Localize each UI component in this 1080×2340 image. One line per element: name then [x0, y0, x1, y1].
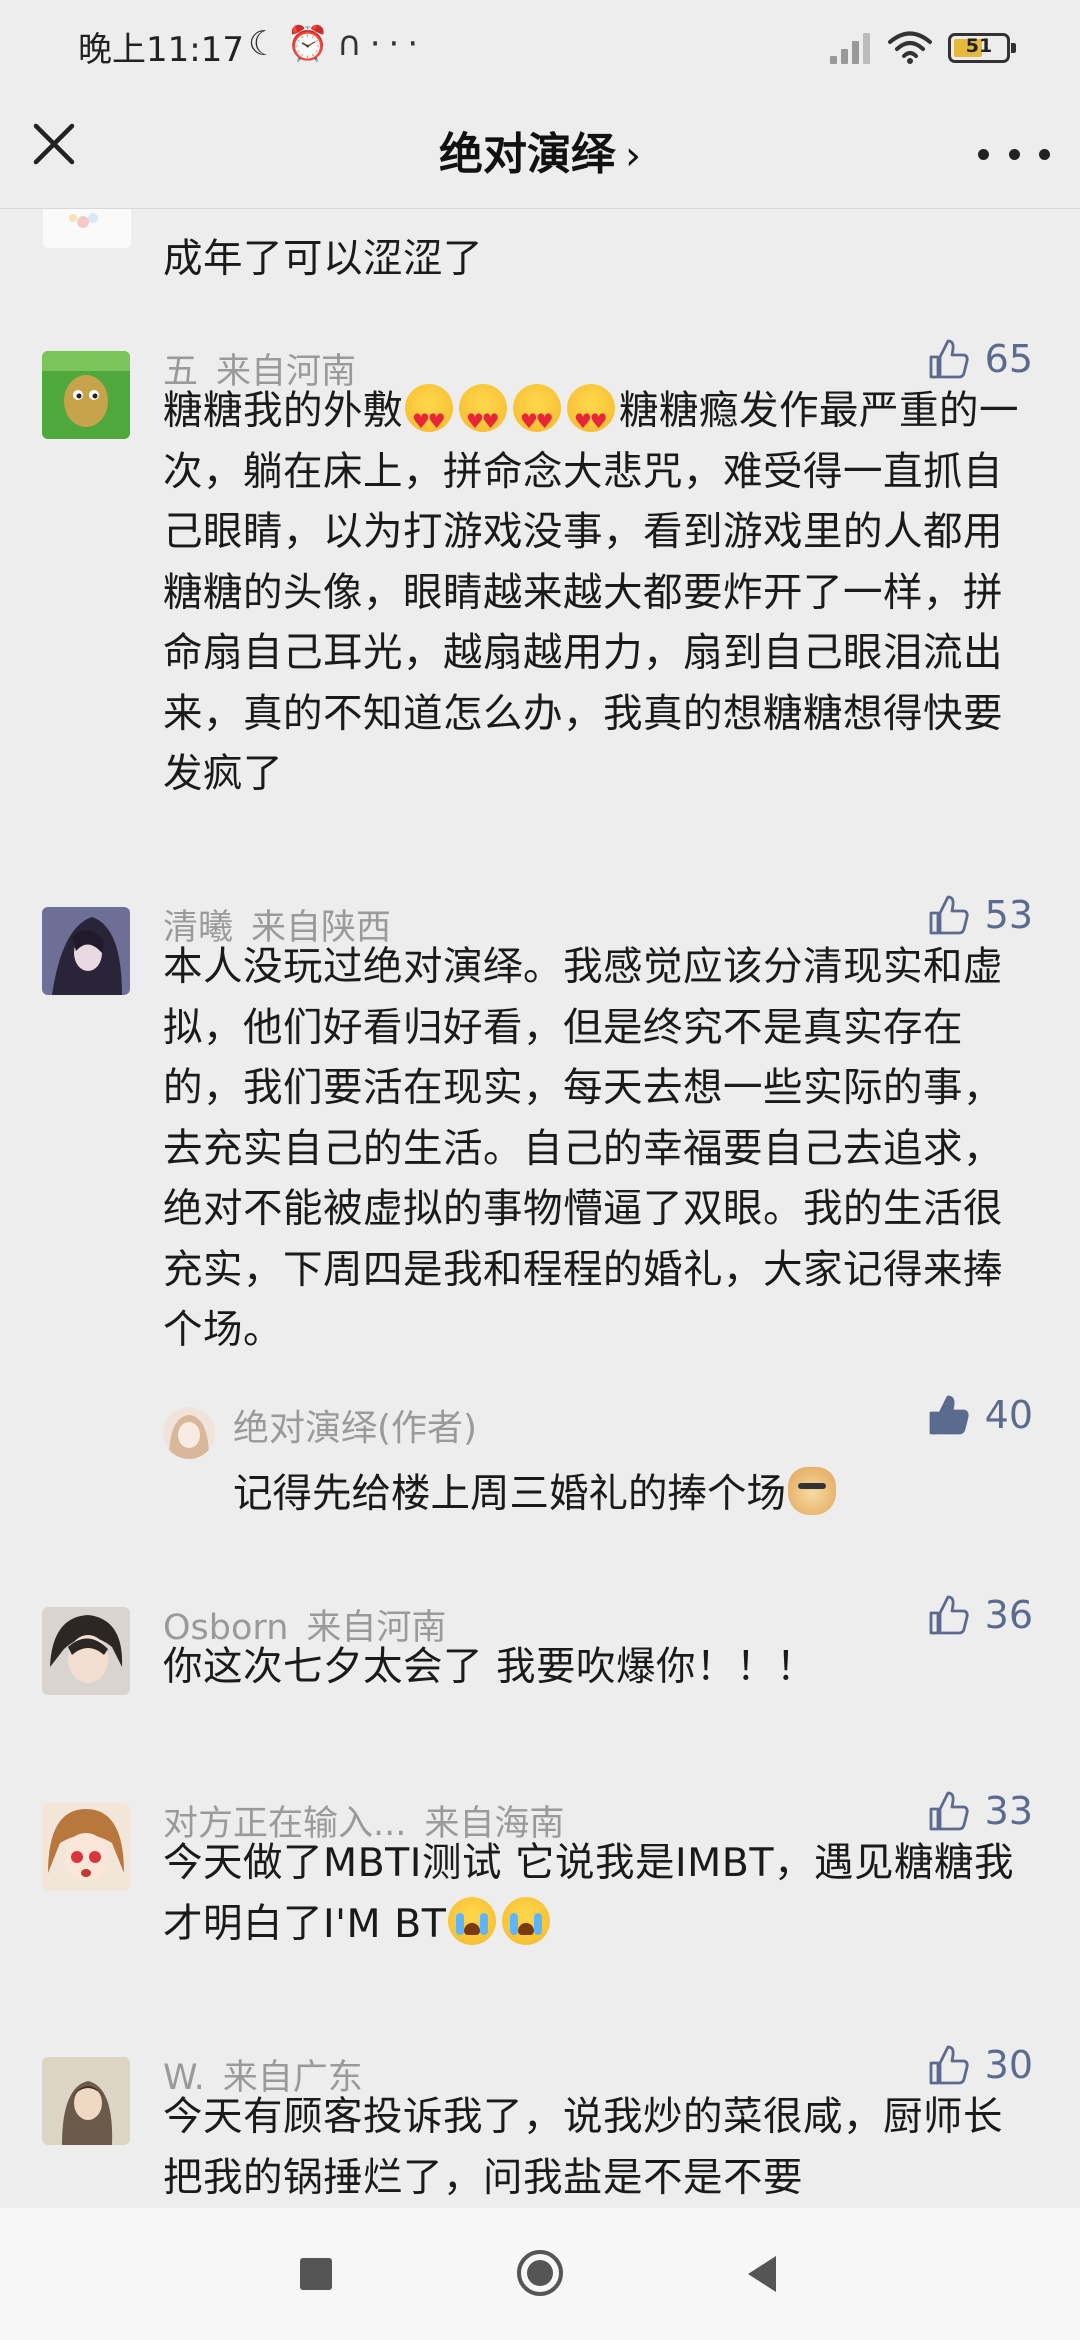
chevron-right-icon: › — [625, 133, 641, 179]
reply-avatar-image — [163, 1407, 215, 1459]
avatar[interactable] — [42, 351, 130, 439]
like-count: 30 — [984, 2043, 1033, 2087]
reply-text: 记得先给楼上周三婚礼的捧个场 — [233, 1462, 840, 1519]
home-button[interactable] — [515, 2248, 565, 2298]
comment-text: 糖糖我的外敷糖糖瘾发作最严重的一次，躺在床上，拼命念大悲咒，难受得一直抓自己眼睛… — [163, 381, 1023, 805]
reply-author[interactable]: 绝对演绎(作者) — [233, 1399, 477, 1451]
more-dot — [1008, 148, 1020, 160]
wifi-icon — [888, 31, 932, 64]
comment-text: 成年了可以涩涩了 — [163, 236, 483, 282]
heart-eyes-emoji-icon — [513, 384, 561, 452]
headphone-icon: ∩ — [336, 24, 370, 64]
reply-avatar[interactable] — [163, 1407, 215, 1459]
like-button[interactable]: 33 — [927, 1789, 1033, 1833]
more-button[interactable] — [978, 130, 1050, 178]
battery-level: 51 — [965, 35, 993, 57]
back-button[interactable] — [744, 2253, 780, 2295]
moon-icon: ☾ — [248, 24, 287, 64]
thumbs-up-icon — [929, 2045, 969, 2085]
like-count: 33 — [984, 1789, 1033, 1833]
thumbs-up-icon — [929, 895, 969, 935]
page-title: 绝对演绎 — [439, 129, 615, 180]
status-time: 晚上11:17 — [78, 30, 244, 70]
signal-icon — [830, 32, 872, 64]
avatar[interactable] — [42, 209, 132, 249]
page-title-button[interactable]: 绝对演绎 › — [0, 118, 1080, 182]
reply-like-count: 40 — [984, 1393, 1033, 1437]
more-dot — [1039, 148, 1050, 160]
like-count: 53 — [984, 893, 1033, 937]
comment-text: 本人没玩过绝对演绎。我感觉应该分清现实和虚拟，他们好看归好看，但是终究不是真实存… — [163, 944, 1003, 1353]
battery-icon: 51 — [948, 33, 1016, 63]
plant-avatar-image — [42, 351, 130, 439]
like-count: 65 — [984, 337, 1033, 381]
recent-apps-button[interactable] — [300, 2258, 332, 2290]
reply-like-button[interactable]: 40 — [927, 1393, 1033, 1437]
like-button[interactable]: 30 — [927, 2043, 1033, 2087]
crying-emoji-icon — [448, 1896, 497, 1945]
heart-eyes-emoji-icon — [405, 384, 453, 452]
thumbs-up-icon — [929, 339, 969, 379]
anime-avatar-image — [42, 907, 130, 995]
comment-text-start: 糖糖我的外敷 — [163, 388, 403, 434]
like-button[interactable]: 53 — [927, 893, 1033, 937]
avatar[interactable] — [42, 907, 130, 995]
status-bar: 晚上11:17 ☾⏰∩··· 51 — [0, 0, 1080, 100]
thumbs-up-icon — [929, 1791, 969, 1831]
avatar[interactable] — [42, 1803, 130, 1891]
comment-list[interactable]: 成年了可以涩涩了 五来自河南 65 糖糖我的外敷糖糖瘾发作最严重的一次，躺在床上… — [0, 209, 1080, 2209]
more-dots-icon: ··· — [369, 24, 427, 64]
avatar[interactable] — [42, 1607, 130, 1695]
crying-emoji-icon — [502, 1896, 551, 1945]
like-button[interactable]: 36 — [927, 1593, 1033, 1637]
photo-avatar-image — [42, 2057, 130, 2145]
status-icons: ☾⏰∩··· — [248, 24, 426, 64]
heart-eyes-emoji-icon — [459, 384, 507, 452]
anime-avatar-image — [42, 1607, 130, 1695]
comment-text: 你这次七夕太会了 我要吹爆你！！！ — [163, 1644, 817, 1690]
alarm-icon: ⏰ — [286, 24, 337, 64]
comment-text: 今天有顾客投诉我了，说我炒的菜很咸，厨师长把我的锅捶烂了，问我盐是不是不要 — [163, 2094, 1003, 2201]
flower-icon — [69, 213, 98, 228]
nav-bar: 绝对演绎 › — [0, 100, 1080, 209]
doge-emoji-icon — [788, 1467, 836, 1515]
like-button[interactable]: 65 — [927, 337, 1033, 381]
reply-text-content: 记得先给楼上周三婚礼的捧个场 — [233, 1471, 786, 1517]
heart-eyes-emoji-icon — [567, 384, 615, 452]
status-right: 51 — [830, 28, 1016, 68]
avatar[interactable] — [42, 2057, 130, 2145]
more-dot — [978, 148, 989, 160]
comment-text-content: 今天做了MBTI测试 它说我是IMBT，遇见糖糖我才明白了I'M BT — [163, 1840, 1014, 1947]
anime-avatar-image — [42, 1803, 130, 1891]
system-nav-bar — [0, 2208, 1080, 2340]
thumbs-up-icon — [929, 1595, 969, 1635]
like-count: 36 — [984, 1593, 1033, 1637]
comment-text: 今天做了MBTI测试 它说我是IMBT，遇见糖糖我才明白了I'M BT — [163, 1833, 1023, 1954]
thumbs-up-filled-icon — [929, 1395, 969, 1435]
